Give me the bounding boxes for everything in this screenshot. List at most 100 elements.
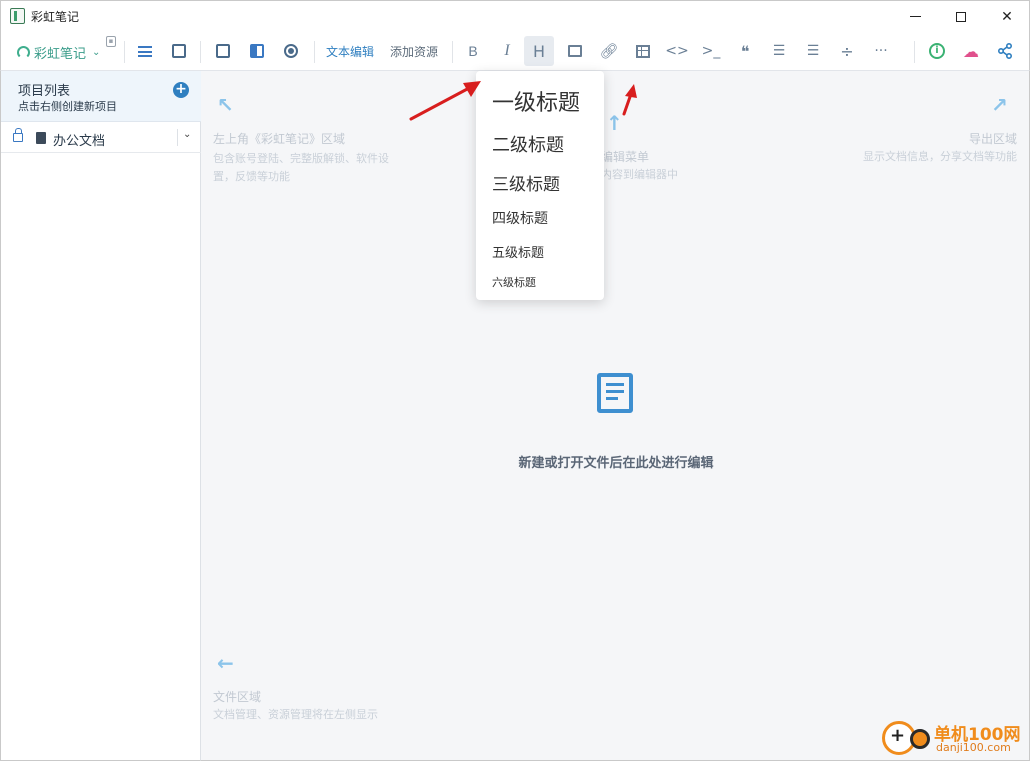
document-icon: [597, 373, 633, 413]
project-list-title: 项目列表: [18, 84, 71, 99]
info-icon: i: [929, 43, 945, 59]
ordered-list-icon: ☰: [772, 43, 786, 59]
close-icon: ✕: [1001, 8, 1013, 25]
rainbow-icon: [17, 46, 30, 59]
brand-label: 彩虹笔记: [34, 47, 87, 62]
code-block-button[interactable]: >_: [696, 36, 726, 66]
table-icon: [636, 44, 650, 58]
link-button[interactable]: 🔗︎: [594, 36, 624, 66]
info-button[interactable]: i: [922, 36, 952, 66]
link-icon: 🔗︎: [599, 42, 619, 60]
code-icon: <>: [665, 43, 689, 59]
tab-text-edit[interactable]: 文本编辑: [326, 43, 374, 60]
hint-desc: 内容到编辑器中: [601, 168, 678, 181]
hint-title: 左上角《彩虹笔记》区域: [213, 132, 346, 146]
share-icon: [997, 43, 1012, 59]
project-list-subtitle: 点击右侧创建新项目: [18, 100, 117, 113]
hint-bottom-left: 文件区域 文档管理、资源管理将在左侧显示: [213, 688, 453, 724]
heading-icon: H: [532, 41, 546, 61]
toolbar-divider: [124, 41, 125, 63]
heading-level-6[interactable]: 六级标题: [492, 274, 536, 290]
quote-button[interactable]: ❝: [730, 36, 760, 66]
more-icon: ···: [874, 43, 888, 59]
image-icon: [568, 45, 582, 57]
heading-level-5[interactable]: 五级标题: [492, 242, 544, 261]
more-button[interactable]: ···: [866, 36, 896, 66]
hint-top-center: 编辑菜单 内容到编辑器中: [601, 148, 711, 184]
hint-desc: 显示文档信息，分享文档等功能: [863, 150, 1017, 163]
bold-icon: B: [468, 43, 478, 59]
row-divider: [177, 129, 178, 146]
minimize-button[interactable]: [892, 1, 938, 32]
preview-button[interactable]: [276, 36, 306, 66]
toolbar: 彩虹笔记 ⌄ ▪ 文本编辑 添加资源 B I H 🔗︎ <> >_ ❝ ☰ ☰ …: [0, 31, 1030, 71]
book-icon: [36, 132, 46, 144]
divide-icon: ÷: [840, 41, 854, 61]
terminal-icon: >_: [701, 43, 721, 59]
edit-icon: [216, 44, 230, 58]
close-button[interactable]: ✕: [984, 1, 1030, 32]
minimize-icon: [909, 16, 921, 17]
cloud-upload-icon: ☁: [963, 41, 979, 61]
watermark-url: danji100.com: [936, 741, 1011, 754]
chevron-down-icon: ⌄: [92, 47, 101, 58]
italic-button[interactable]: I: [492, 36, 522, 66]
red-annotation-arrow-icon: [622, 84, 637, 116]
toolbar-divider: [452, 41, 453, 63]
bold-button[interactable]: B: [458, 36, 488, 66]
editor-area: ↖ 左上角《彩虹笔记》区域 包含账号登陆、完整版解锁、软件设置，反馈等功能 ↑ …: [201, 71, 1030, 761]
divider-button[interactable]: ÷: [832, 36, 862, 66]
split-view-button[interactable]: [242, 36, 272, 66]
red-annotation-arrow-icon: [409, 81, 481, 121]
unordered-list-button[interactable]: ☰: [798, 36, 828, 66]
outline-button[interactable]: [130, 36, 160, 66]
project-list-header: 项目列表 点击右侧创建新项目 +: [1, 71, 201, 122]
lock-badge-icon: ▪: [106, 36, 116, 47]
tab-add-resource[interactable]: 添加资源: [390, 43, 438, 60]
watermark: 单机100网 danji100.com: [882, 717, 1027, 759]
quote-icon: ❝: [740, 41, 750, 61]
sidebar: 项目列表 点击右侧创建新项目 + 办公文档 ⌄: [0, 71, 201, 761]
preview-icon: [284, 44, 298, 58]
italic-icon: I: [504, 42, 510, 59]
split-view-icon: [250, 44, 264, 58]
heading-level-4[interactable]: 四级标题: [492, 208, 548, 228]
arrow-up-left-icon: ↖: [217, 93, 234, 117]
expand-icon: [172, 44, 186, 58]
window-title: 彩虹笔记: [31, 10, 80, 24]
table-button[interactable]: [628, 36, 658, 66]
hint-top-left: 左上角《彩虹笔记》区域 包含账号登陆、完整版解锁、软件设置，反馈等功能: [213, 130, 398, 186]
arrow-up-right-icon: ↗: [991, 93, 1008, 117]
heading-level-2[interactable]: 二级标题: [492, 131, 564, 157]
unlock-icon[interactable]: [13, 128, 23, 142]
image-button[interactable]: [560, 36, 590, 66]
hint-top-right: 导出区域 显示文档信息，分享文档等功能: [801, 130, 1017, 166]
title-bar: 彩虹笔记 ✕: [0, 0, 1030, 31]
hint-desc: 包含账号登陆、完整版解锁、软件设置，反馈等功能: [213, 152, 389, 183]
maximize-icon: [956, 11, 966, 22]
brand-menu[interactable]: 彩虹笔记 ⌄: [17, 43, 100, 62]
ordered-list-button[interactable]: ☰: [764, 36, 794, 66]
upload-button[interactable]: ☁: [956, 36, 986, 66]
code-button[interactable]: <>: [662, 36, 692, 66]
unordered-list-icon: ☰: [806, 43, 820, 59]
hint-desc: 文档管理、资源管理将在左侧显示: [213, 708, 378, 721]
watermark-dot-icon: [910, 729, 930, 749]
heading-level-1[interactable]: 一级标题: [492, 85, 580, 117]
empty-state-message: 新建或打开文件后在此处进行编辑: [518, 456, 714, 471]
project-item[interactable]: 办公文档 ⌄: [1, 123, 201, 153]
heading-level-3[interactable]: 三级标题: [492, 170, 560, 195]
chevron-down-icon[interactable]: ⌄: [183, 129, 191, 140]
list-icon: [138, 45, 152, 57]
toolbar-divider: [314, 41, 315, 63]
share-button[interactable]: [990, 36, 1020, 66]
arrow-left-icon: ←: [217, 651, 234, 675]
toolbar-divider: [914, 41, 915, 63]
edit-mode-button[interactable]: [208, 36, 238, 66]
plus-icon: +: [175, 81, 187, 97]
maximize-button[interactable]: [938, 1, 984, 32]
heading-dropdown: 一级标题 二级标题 三级标题 四级标题 五级标题 六级标题: [476, 71, 604, 300]
heading-button[interactable]: H: [524, 36, 554, 66]
add-project-button[interactable]: +: [173, 82, 189, 98]
fullscreen-button[interactable]: [164, 36, 194, 66]
